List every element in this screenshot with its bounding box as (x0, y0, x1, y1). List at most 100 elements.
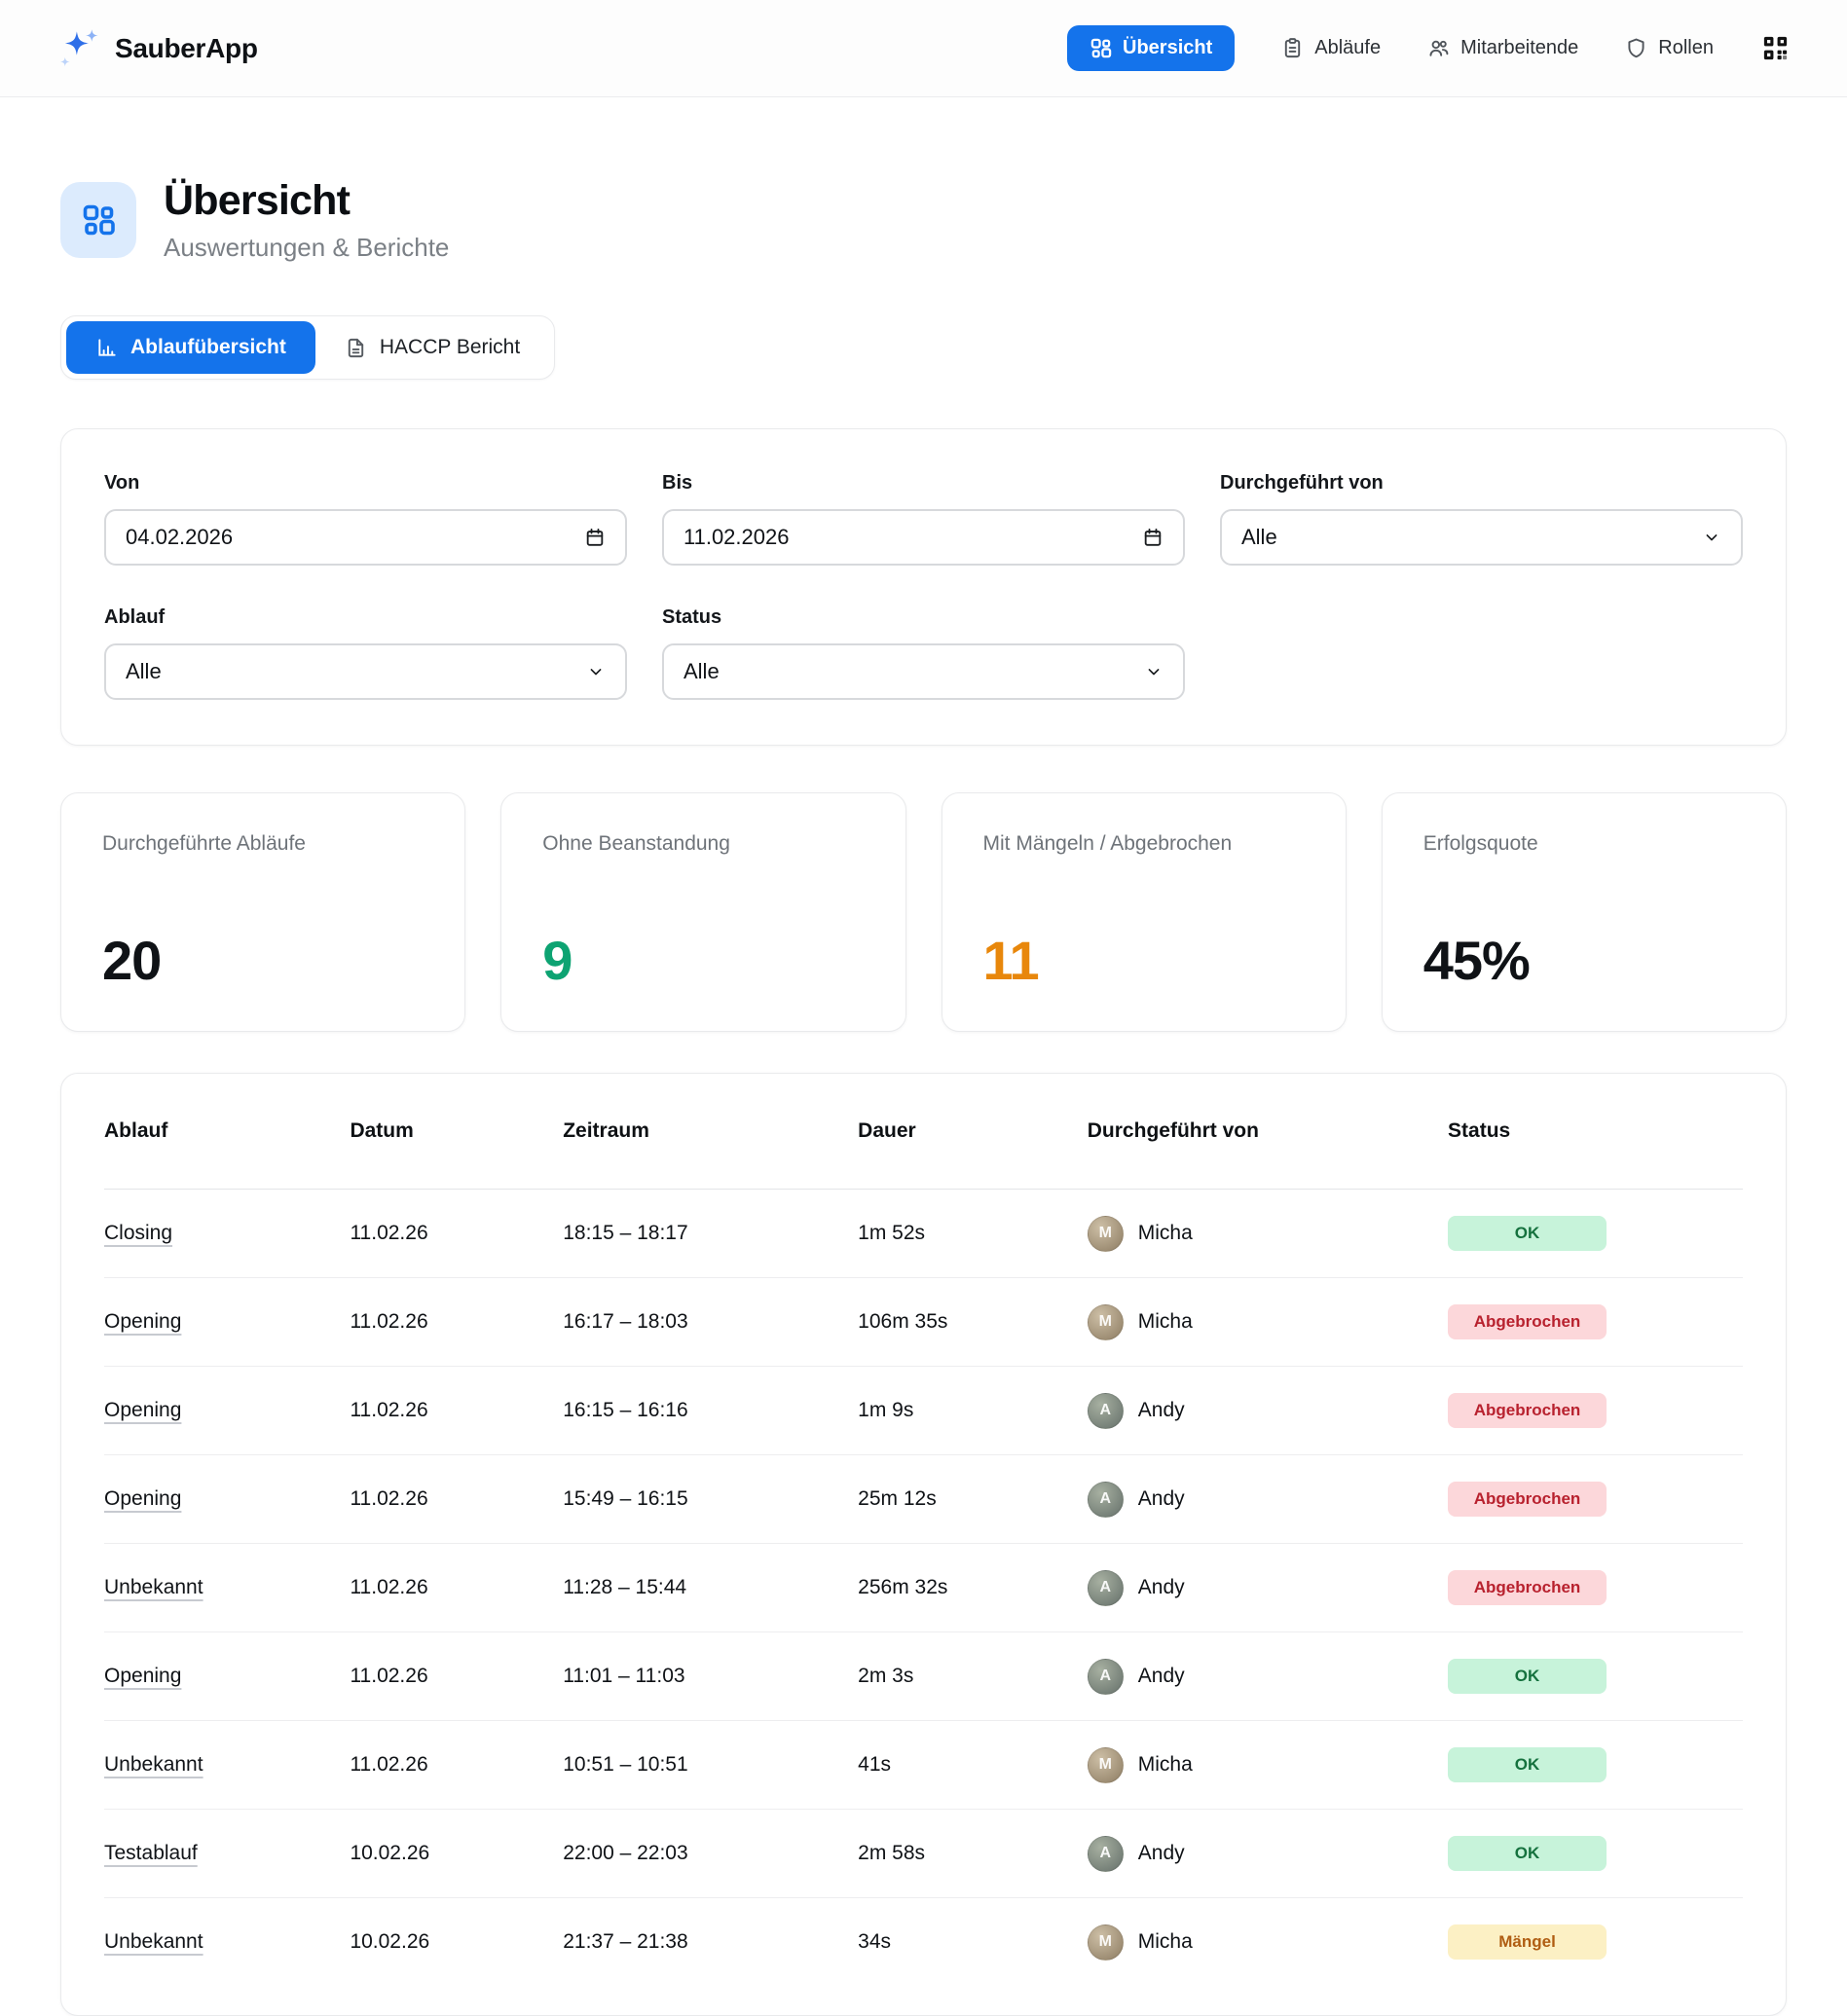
column-header-status: Status (1448, 1119, 1743, 1143)
avatar: M (1088, 1747, 1124, 1783)
date-from-value: 04.02.2026 (126, 525, 233, 550)
column-header-ablauf: Ablauf (104, 1119, 350, 1143)
person-cell: A Andy (1088, 1570, 1448, 1606)
person-name: Andy (1138, 1576, 1185, 1599)
dashboard-grid-icon (1090, 37, 1112, 59)
datum-cell: 11.02.26 (350, 1576, 563, 1599)
datum-cell: 10.02.26 (350, 1930, 563, 1954)
nav-item-uebersicht[interactable]: Übersicht (1067, 25, 1235, 71)
sparkles-logo-icon (56, 27, 99, 70)
ablauf-link[interactable]: Opening (104, 1665, 181, 1687)
status-badge: Abgebrochen (1448, 1482, 1607, 1517)
filter-durchgefuehrt-von: Durchgeführt von Alle (1220, 472, 1743, 566)
ablauf-select[interactable]: Alle (104, 643, 627, 700)
zeitraum-cell: 11:01 – 11:03 (563, 1665, 858, 1688)
dashboard-grid-icon (81, 202, 116, 238)
column-header-zeitraum: Zeitraum (563, 1119, 858, 1143)
qr-code-button[interactable] (1760, 33, 1791, 63)
filter-label: Von (104, 472, 627, 495)
ablauf-value: Alle (126, 659, 162, 684)
status-badge: Abgebrochen (1448, 1304, 1607, 1339)
status-cell: OK (1448, 1747, 1743, 1782)
tab-haccp-bericht[interactable]: HACCP Bericht (315, 321, 549, 374)
nav-item-rollen[interactable]: Rollen (1625, 37, 1714, 59)
stat-cards: Durchgeführte Abläufe 20 Ohne Beanstandu… (60, 792, 1787, 1032)
person-cell: A Andy (1088, 1393, 1448, 1429)
chevron-down-icon (1702, 528, 1721, 547)
person-cell: M Micha (1088, 1216, 1448, 1252)
ablauf-link[interactable]: Unbekannt (104, 1576, 203, 1598)
ablauf-link[interactable]: Unbekannt (104, 1753, 203, 1776)
ablauf-link[interactable]: Unbekannt (104, 1930, 203, 1953)
ablauf-link[interactable]: Opening (104, 1399, 181, 1421)
dauer-cell: 2m 58s (858, 1842, 1088, 1865)
zeitraum-cell: 10:51 – 10:51 (563, 1753, 858, 1777)
avatar: A (1088, 1659, 1124, 1695)
ablauf-link[interactable]: Closing (104, 1222, 172, 1244)
filter-ablauf: Ablauf Alle (104, 606, 627, 700)
avatar: M (1088, 1304, 1124, 1340)
person-name: Micha (1138, 1753, 1193, 1777)
person-name: Micha (1138, 1222, 1193, 1245)
status-select[interactable]: Alle (662, 643, 1185, 700)
status-badge: Mängel (1448, 1924, 1607, 1960)
status-badge: OK (1448, 1836, 1607, 1871)
table-row: Unbekannt 11.02.26 11:28 – 15:44 256m 32… (104, 1543, 1743, 1631)
dauer-cell: 34s (858, 1930, 1088, 1954)
person-cell: A Andy (1088, 1482, 1448, 1518)
status-cell: Abgebrochen (1448, 1393, 1743, 1428)
person-name: Andy (1138, 1665, 1185, 1688)
filter-label: Ablauf (104, 606, 627, 629)
calendar-icon (1142, 527, 1164, 548)
dauer-cell: 41s (858, 1753, 1088, 1777)
stat-card-ohne-beanstandung: Ohne Beanstandung 9 (500, 792, 905, 1032)
top-nav: SauberApp Übersicht Abläufe Mitarbeitend… (0, 0, 1847, 97)
datum-cell: 11.02.26 (350, 1310, 563, 1334)
status-badge: OK (1448, 1747, 1607, 1782)
zeitraum-cell: 18:15 – 18:17 (563, 1222, 858, 1245)
tab-label: HACCP Bericht (380, 336, 520, 359)
nav-item-label: Rollen (1658, 37, 1714, 59)
date-to-value: 11.02.2026 (683, 525, 789, 550)
tab-ablaufuebersicht[interactable]: Ablaufübersicht (66, 321, 315, 374)
dauer-cell: 1m 52s (858, 1222, 1088, 1245)
avatar: A (1088, 1836, 1124, 1872)
date-to-input[interactable]: 11.02.2026 (662, 509, 1185, 566)
stat-label: Erfolgsquote (1423, 832, 1745, 856)
brand[interactable]: SauberApp (56, 27, 258, 70)
column-header-datum: Datum (350, 1119, 563, 1143)
avatar: A (1088, 1570, 1124, 1606)
person-name: Micha (1138, 1310, 1193, 1334)
ablauf-link[interactable]: Opening (104, 1310, 181, 1333)
nav-item-ablaeufe[interactable]: Abläufe (1281, 37, 1381, 59)
ablauf-link[interactable]: Opening (104, 1487, 181, 1510)
performed-by-select[interactable]: Alle (1220, 509, 1743, 566)
page-header: Übersicht Auswertungen & Berichte (60, 177, 1787, 263)
stat-card-mit-maengeln: Mit Mängeln / Abgebrochen 11 (942, 792, 1347, 1032)
clipboard-icon (1281, 37, 1304, 59)
datum-cell: 11.02.26 (350, 1753, 563, 1777)
filter-label: Status (662, 606, 1185, 629)
table-row: Unbekannt 11.02.26 10:51 – 10:51 41s M M… (104, 1720, 1743, 1809)
dauer-cell: 1m 9s (858, 1399, 1088, 1422)
date-from-input[interactable]: 04.02.2026 (104, 509, 627, 566)
document-icon (345, 337, 367, 359)
table-row: Unbekannt 10.02.26 21:37 – 21:38 34s M M… (104, 1897, 1743, 1986)
performed-by-value: Alle (1241, 525, 1277, 550)
ablauf-link[interactable]: Testablauf (104, 1842, 198, 1864)
nav-item-label: Übersicht (1123, 37, 1212, 59)
page-header-icon-tile (60, 182, 136, 258)
dauer-cell: 256m 32s (858, 1576, 1088, 1599)
table-body: Closing 11.02.26 18:15 – 18:17 1m 52s M … (104, 1189, 1743, 1986)
person-cell: M Micha (1088, 1924, 1448, 1961)
zeitraum-cell: 15:49 – 16:15 (563, 1487, 858, 1511)
filter-bis: Bis 11.02.2026 (662, 472, 1185, 566)
tab-label: Ablaufübersicht (130, 336, 286, 359)
datum-cell: 11.02.26 (350, 1399, 563, 1422)
column-header-durchgefuehrt-von: Durchgeführt von (1088, 1119, 1448, 1143)
person-name: Andy (1138, 1487, 1185, 1511)
status-badge: OK (1448, 1216, 1607, 1251)
nav-item-mitarbeitende[interactable]: Mitarbeitende (1427, 37, 1578, 59)
person-name: Andy (1138, 1842, 1185, 1865)
status-badge: Abgebrochen (1448, 1570, 1607, 1605)
